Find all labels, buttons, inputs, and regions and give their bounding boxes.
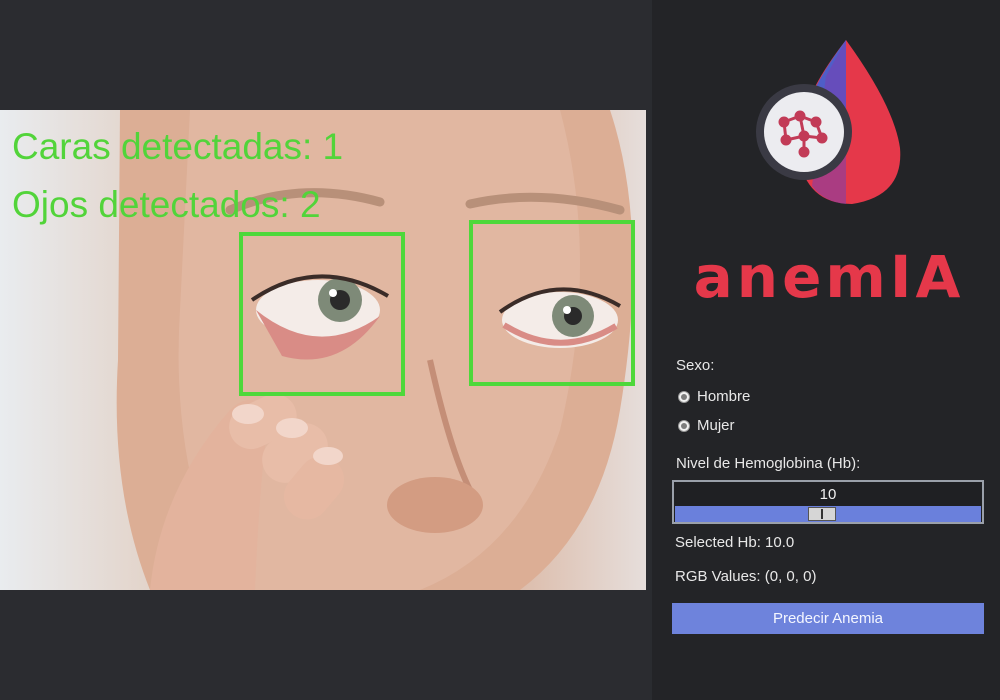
hb-label: Nivel de Hemoglobina (Hb): [676,455,861,472]
eye-detection-box-left [239,232,405,396]
rgb-values-text: RGB Values: (0, 0, 0) [675,568,817,585]
sex-label: Sexo: [676,357,715,374]
predict-anemia-button[interactable]: Predecir Anemia [672,603,984,634]
brand-title: anemIA [693,243,965,311]
hb-slider[interactable]: 10 [672,480,984,524]
control-panel: anemIA Sexo: Hombre Mujer Nivel de Hemog… [652,0,1000,700]
hb-slider-value: 10 [819,486,837,503]
app-window: Caras detectadas: 1 Ojos detectados: 2 a… [0,0,1000,700]
blood-drop-brain-icon [756,40,901,204]
selected-hb-text: Selected Hb: 10.0 [675,534,795,551]
eyes-detected-text: Ojos detectados: 2 [12,184,321,225]
hb-slider-trough[interactable] [675,506,981,522]
hb-slider-handle[interactable] [808,507,836,521]
radio-button-hombre[interactable] [678,391,690,403]
radio-label-mujer[interactable]: Mujer [697,417,735,434]
radio-label-hombre[interactable]: Hombre [697,388,750,405]
video-panel: Caras detectadas: 1 Ojos detectados: 2 [0,0,650,700]
eye-detection-box-right [469,220,635,386]
radio-button-mujer[interactable] [678,420,690,432]
faces-detected-text: Caras detectadas: 1 [12,126,344,167]
